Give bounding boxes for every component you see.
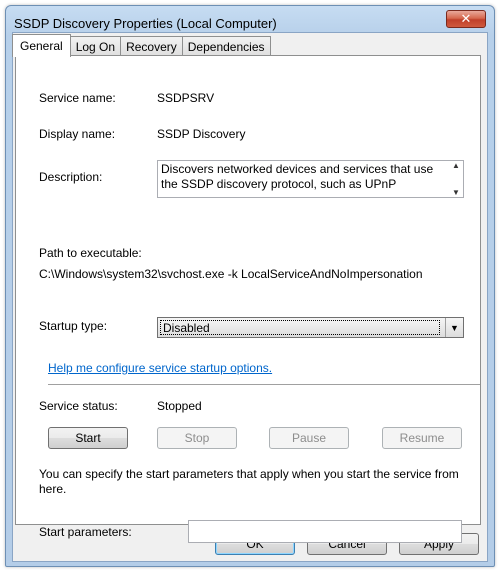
- window-title: SSDP Discovery Properties (Local Compute…: [14, 16, 277, 31]
- startup-type-label: Startup type:: [39, 319, 108, 333]
- stop-button[interactable]: Stop: [157, 427, 237, 449]
- description-label: Description:: [39, 170, 103, 184]
- help-link[interactable]: Help me configure service startup option…: [48, 361, 272, 375]
- start-button[interactable]: Start: [48, 427, 128, 449]
- startup-type-value: Disabled: [160, 320, 440, 335]
- service-status-value: Stopped: [157, 399, 202, 413]
- service-status-label: Service status:: [39, 399, 118, 413]
- scroll-down-icon[interactable]: ▼: [452, 188, 460, 197]
- service-name-label: Service name:: [39, 91, 116, 105]
- path-label: Path to executable:: [39, 246, 142, 260]
- display-name-value: SSDP Discovery: [157, 127, 246, 141]
- separator: [48, 384, 480, 386]
- start-params-label: Start parameters:: [39, 525, 132, 539]
- properties-window: SSDP Discovery Properties (Local Compute…: [5, 5, 495, 567]
- description-scrollbar[interactable]: ▲ ▼: [449, 161, 463, 197]
- scroll-up-icon[interactable]: ▲: [452, 161, 460, 170]
- startup-type-select[interactable]: Disabled ▼: [157, 317, 464, 338]
- tab-general[interactable]: General: [12, 34, 71, 57]
- start-params-input[interactable]: [188, 520, 462, 543]
- description-box[interactable]: Discovers networked devices and services…: [157, 160, 464, 198]
- close-icon: ✕: [460, 11, 472, 27]
- service-name-value: SSDPSRV: [157, 91, 215, 105]
- display-name-label: Display name:: [39, 127, 116, 141]
- tab-dependencies[interactable]: Dependencies: [181, 36, 271, 57]
- close-button[interactable]: ✕: [446, 10, 486, 28]
- description-text: Discovers networked devices and services…: [161, 162, 434, 191]
- start-params-note: You can specify the start parameters tha…: [39, 467, 459, 496]
- general-tab-panel: Service name: SSDPSRV Display name: SSDP…: [15, 55, 481, 543]
- chevron-down-icon[interactable]: ▼: [445, 318, 463, 337]
- path-value: C:\Windows\system32\svchost.exe -k Local…: [39, 267, 423, 281]
- pause-button[interactable]: Pause: [269, 427, 349, 449]
- tab-log-on[interactable]: Log On: [69, 36, 122, 57]
- tab-recovery[interactable]: Recovery: [120, 36, 183, 57]
- tab-strip: General Log On Recovery Dependencies: [12, 34, 271, 57]
- resume-button[interactable]: Resume: [382, 427, 462, 449]
